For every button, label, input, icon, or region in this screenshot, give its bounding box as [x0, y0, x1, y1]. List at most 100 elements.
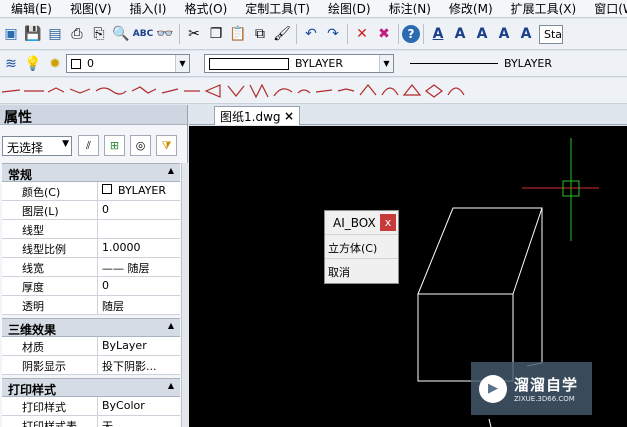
property-value: ByColor — [102, 399, 145, 412]
section-general[interactable]: 常规 ▲ — [2, 163, 180, 182]
toolbar-separator — [423, 24, 424, 44]
insert-block-icon — [273, 87, 293, 96]
menu-window[interactable]: 窗口(W) — [585, 1, 627, 17]
property-row[interactable]: 打印样式 ByColor — [2, 397, 180, 416]
help-icon[interactable]: ? — [402, 25, 420, 43]
property-row[interactable]: 厚度 0 — [2, 277, 180, 296]
popup-option-cube[interactable]: 立方体(C) — [325, 235, 398, 259]
selection-dropdown[interactable]: 无选择 ▼ — [2, 136, 72, 156]
undo-icon[interactable]: ↶ — [300, 23, 322, 45]
property-key: 线型 — [2, 220, 98, 238]
popup-option-cancel[interactable]: 取消 — [325, 259, 398, 283]
text-format-icon[interactable]: A — [515, 23, 537, 45]
layer-combo[interactable]: 0 ▼ — [66, 54, 190, 73]
new-file-icon[interactable]: ▣ — [0, 23, 22, 45]
property-key: 颜色(C) — [2, 182, 98, 200]
menu-modify[interactable]: 修改(M) — [440, 1, 502, 17]
paste-icon[interactable]: 📋 — [227, 23, 249, 45]
ellipse-tool-icon — [227, 85, 245, 97]
linetype-sample — [410, 63, 498, 64]
menu-extension-tools[interactable]: 扩展工具(X) — [502, 1, 586, 17]
select-objects-button[interactable]: ⊞ — [104, 135, 125, 156]
property-row[interactable]: 阴影显示 投下阴影... — [2, 356, 180, 375]
menu-draw[interactable]: 绘图(D) — [319, 1, 380, 17]
save-icon[interactable]: 💾 — [22, 23, 44, 45]
toggle-pickadd-button[interactable]: ⫽ — [78, 135, 99, 156]
section-plot-style[interactable]: 打印样式 ▲ — [2, 378, 180, 397]
property-value: —— 随层 — [102, 262, 150, 275]
save-all-icon[interactable]: ▤ — [44, 23, 66, 45]
layer-manager-icon[interactable]: ≋ — [0, 53, 22, 75]
properties-scrollbar[interactable] — [181, 163, 188, 427]
text-style-icon[interactable]: A — [427, 23, 449, 45]
box-top-face — [417, 207, 543, 295]
menu-bar: 编辑(E) 视图(V) 插入(I) 格式(O) 定制工具(T) 绘图(D) 标注… — [0, 0, 627, 18]
color-swatch — [102, 184, 112, 194]
chevron-down-icon: ▼ — [379, 55, 393, 72]
section-3d-effects[interactable]: 三维效果 ▲ — [2, 318, 180, 337]
document-tab[interactable]: 图纸1.dwg × — [214, 106, 300, 125]
preview-icon[interactable]: 🔍 — [110, 23, 132, 45]
property-row[interactable]: 线型 — [2, 220, 180, 239]
property-grid: 常规 ▲ 颜色(C) BYLAYER 图层(L) 0 线型 线型比例 1.000… — [2, 163, 180, 427]
menu-insert[interactable]: 插入(I) — [121, 1, 176, 17]
property-value: 无 — [102, 420, 113, 427]
copy-clip-icon[interactable]: ⧉ — [249, 23, 271, 45]
menu-custom-tools[interactable]: 定制工具(T) — [236, 1, 319, 17]
watermark-url: ZIXUE.3D66.COM — [514, 395, 575, 403]
mtext-tool-icon — [447, 86, 465, 95]
bulb-icon[interactable]: 💡 — [22, 53, 44, 75]
property-row[interactable]: 图层(L) 0 — [2, 201, 180, 220]
edit-text-icon[interactable]: A — [471, 23, 493, 45]
menu-format[interactable]: 格式(O) — [175, 1, 236, 17]
property-value — [98, 220, 180, 238]
linetype-combo[interactable]: BYLAYER — [406, 54, 566, 73]
make-block-icon — [297, 88, 311, 93]
text-icon[interactable]: A — [449, 23, 471, 45]
property-value: 0 — [102, 279, 109, 292]
color-value: BYLAYER — [295, 57, 344, 70]
redo-icon[interactable]: ↷ — [322, 23, 344, 45]
close-icon[interactable]: × — [284, 109, 294, 123]
property-row[interactable]: 打印样式表 无 — [2, 416, 180, 427]
property-row[interactable]: 线型比例 1.0000 — [2, 239, 180, 258]
quick-select-button[interactable]: ◎ — [130, 135, 151, 156]
menu-dimension[interactable]: 标注(N) — [380, 1, 440, 17]
print-icon[interactable]: ⎙ — [66, 23, 88, 45]
quick-select-icon: ◎ — [135, 139, 146, 152]
filter-button[interactable]: ⧩ — [156, 135, 177, 156]
text-find-icon[interactable]: A — [493, 23, 515, 45]
linetype-value: BYLAYER — [504, 57, 553, 70]
copy-icon[interactable]: ❐ — [205, 23, 227, 45]
select-objects-icon: ⊞ — [109, 139, 120, 152]
binoculars-icon[interactable]: 👓 — [154, 23, 176, 45]
property-value: 1.0000 — [102, 241, 141, 254]
property-key: 阴影显示 — [2, 356, 98, 374]
print-preview-icon[interactable]: ⎘ — [88, 23, 110, 45]
property-row[interactable]: 线宽 —— 随层 — [2, 258, 180, 277]
property-value: BYLAYER — [98, 182, 180, 200]
selection-value: 无选择 — [7, 141, 44, 155]
popup-title: AI_BOX — [333, 215, 376, 230]
spellcheck-icon[interactable]: ABC — [132, 23, 154, 45]
layer-toolbar: ≋ 💡 ✹ 🔒 0 ▼ BYLAYER ▼ BYLAYER — [0, 51, 627, 77]
match-properties-icon[interactable]: 🖌 — [271, 23, 293, 45]
menu-view[interactable]: 视图(V) — [61, 1, 121, 17]
property-row[interactable]: 透明 随层 — [2, 296, 180, 315]
text-style-combo[interactable]: Sta — [539, 24, 563, 44]
color-combo[interactable]: BYLAYER ▼ — [204, 54, 394, 73]
gradient-tool-icon — [359, 83, 377, 95]
popup-close-button[interactable]: x — [380, 214, 396, 231]
erase-icon[interactable]: ✕ — [351, 23, 373, 45]
section-title: 三维效果 — [8, 323, 57, 337]
cut-icon[interactable]: ✂ — [183, 23, 205, 45]
purge-icon[interactable]: ✖ — [373, 23, 395, 45]
property-value: ByLayer — [102, 339, 147, 352]
property-row[interactable]: 颜色(C) BYLAYER — [2, 182, 180, 201]
watermark-name: 溜溜自学 — [514, 376, 579, 394]
circle-tool-icon — [161, 87, 179, 94]
property-row[interactable]: 材质 ByLayer — [2, 337, 180, 356]
sun-icon[interactable]: ✹ — [44, 53, 66, 75]
menu-edit[interactable]: 编辑(E) — [2, 1, 61, 17]
hatch-tool-icon — [337, 87, 355, 92]
